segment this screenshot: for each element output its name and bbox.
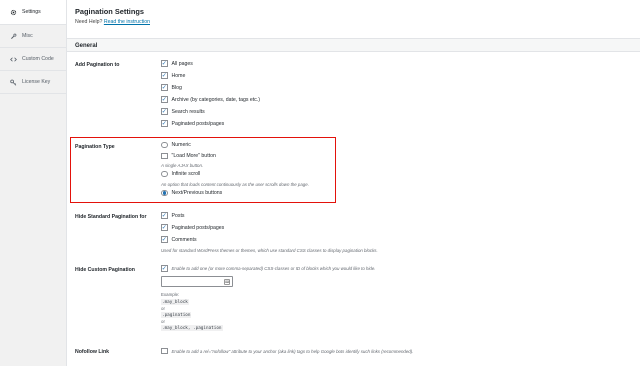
hide-custom-label: Hide Custom Pagination [75, 267, 135, 273]
option-label: Infinite scroll [171, 171, 201, 177]
section-header: General [67, 38, 640, 52]
key-icon [9, 78, 17, 86]
checkbox-blog[interactable]: Blog [161, 84, 182, 92]
sidebar-item-misc[interactable]: Misc [0, 24, 66, 48]
example-label: Example: [161, 292, 180, 297]
load-more-description: A single AJAX button. [161, 163, 204, 168]
sidebar: Settings Misc Custom Code License Key [0, 0, 66, 366]
option-label: Enable to add a rel="nofollow" attribute… [171, 348, 414, 354]
wrench-icon [9, 32, 17, 40]
radio-numeric[interactable]: Numeric [161, 141, 191, 149]
checkbox[interactable] [161, 96, 168, 103]
hide-standard-description: Used for standard WordPress themes or th… [161, 248, 378, 253]
checkbox-search-results[interactable]: Search results [161, 108, 205, 116]
radio-next-previous[interactable]: Next/Previous buttons [161, 189, 222, 197]
example-code: .may_block, .pagination [161, 325, 223, 331]
gear-icon [9, 8, 17, 16]
checkbox-comments[interactable]: Comments [161, 236, 197, 244]
checkbox[interactable] [161, 72, 168, 79]
add-pagination-label: Add Pagination to [75, 62, 120, 68]
option-label: Home [171, 72, 186, 79]
checkbox[interactable] [161, 347, 168, 355]
checkbox[interactable] [161, 236, 168, 243]
checkbox-nofollow[interactable]: Enable to add a rel="nofollow" attribute… [161, 347, 413, 355]
checkbox[interactable] [161, 265, 168, 272]
radio[interactable] [161, 189, 168, 197]
checkbox-posts[interactable]: Posts [161, 212, 184, 220]
section-title: General [75, 42, 98, 49]
checkbox-archive[interactable]: Archive (by categories, date, tags etc.) [161, 96, 260, 104]
option-label: "Load More" button [171, 153, 216, 159]
checkbox[interactable] [161, 108, 168, 115]
option-label: All pages [171, 60, 193, 67]
radio-infinite-scroll[interactable]: Infinite scroll [161, 170, 200, 178]
sidebar-item-license-key[interactable]: License Key [0, 70, 66, 94]
radio[interactable] [161, 141, 168, 149]
checkbox[interactable] [161, 60, 168, 67]
option-label: Posts [171, 212, 185, 219]
hide-standard-label: Hide Standard Pagination for [75, 214, 147, 220]
sidebar-item-label: Misc [22, 33, 33, 39]
page-title: Pagination Settings [75, 7, 144, 16]
option-label: Paginated posts/pages [171, 120, 225, 127]
option-label: Paginated posts/pages [171, 224, 225, 231]
checkbox[interactable] [161, 212, 168, 219]
main-panel: Pagination Settings Need Help? Read the … [66, 0, 640, 366]
sidebar-item-label: Custom Code [22, 56, 54, 62]
code-icon [9, 55, 17, 63]
instruction-link[interactable]: Read the instruction [104, 19, 150, 25]
checkbox-paginated-posts-hide[interactable]: Paginated posts/pages [161, 224, 224, 232]
option-label: Archive (by categories, date, tags etc.) [171, 96, 261, 103]
infinite-description: An option that loads content continuousl… [161, 182, 309, 187]
sidebar-item-settings[interactable]: Settings [0, 0, 66, 24]
divider [0, 93, 66, 94]
sidebar-item-label: Settings [22, 9, 41, 15]
option-label: Numeric [171, 142, 191, 148]
or-text: or [161, 306, 165, 311]
option-label: Enable to add one (or more comma-separat… [171, 266, 376, 271]
checkbox-all-pages[interactable]: All pages [161, 60, 193, 68]
checkbox[interactable] [161, 84, 168, 91]
checkbox[interactable] [161, 120, 168, 127]
checkbox[interactable] [161, 152, 168, 160]
sidebar-item-label: License Key [22, 79, 51, 85]
option-label: Search results [171, 108, 205, 115]
help-text: Need Help? Read the instruction [75, 19, 150, 25]
or-text: or [161, 319, 165, 324]
radio[interactable] [161, 170, 168, 178]
nofollow-label: Nofollow Link [75, 349, 110, 355]
checkbox-paginated-posts[interactable]: Paginated posts/pages [161, 120, 224, 128]
example-code: .pagination [161, 312, 192, 318]
option-label: Comments [171, 236, 197, 243]
pagination-type-label: Pagination Type [75, 144, 115, 150]
checkbox[interactable] [161, 224, 168, 231]
sidebar-item-custom-code[interactable]: Custom Code [0, 47, 66, 71]
help-prefix: Need Help? [75, 19, 103, 25]
checkbox-home[interactable]: Home [161, 72, 185, 80]
option-label: Blog [171, 84, 182, 91]
example-code: .may_block [161, 299, 189, 305]
custom-classes-input[interactable]: ⌨ [161, 276, 233, 287]
option-label: Next/Previous buttons [171, 190, 223, 196]
keyboard-icon: ⌨ [224, 279, 230, 285]
checkbox-load-more[interactable]: "Load More" button [161, 152, 216, 160]
checkbox-hide-custom[interactable]: Enable to add one (or more comma-separat… [161, 265, 376, 273]
